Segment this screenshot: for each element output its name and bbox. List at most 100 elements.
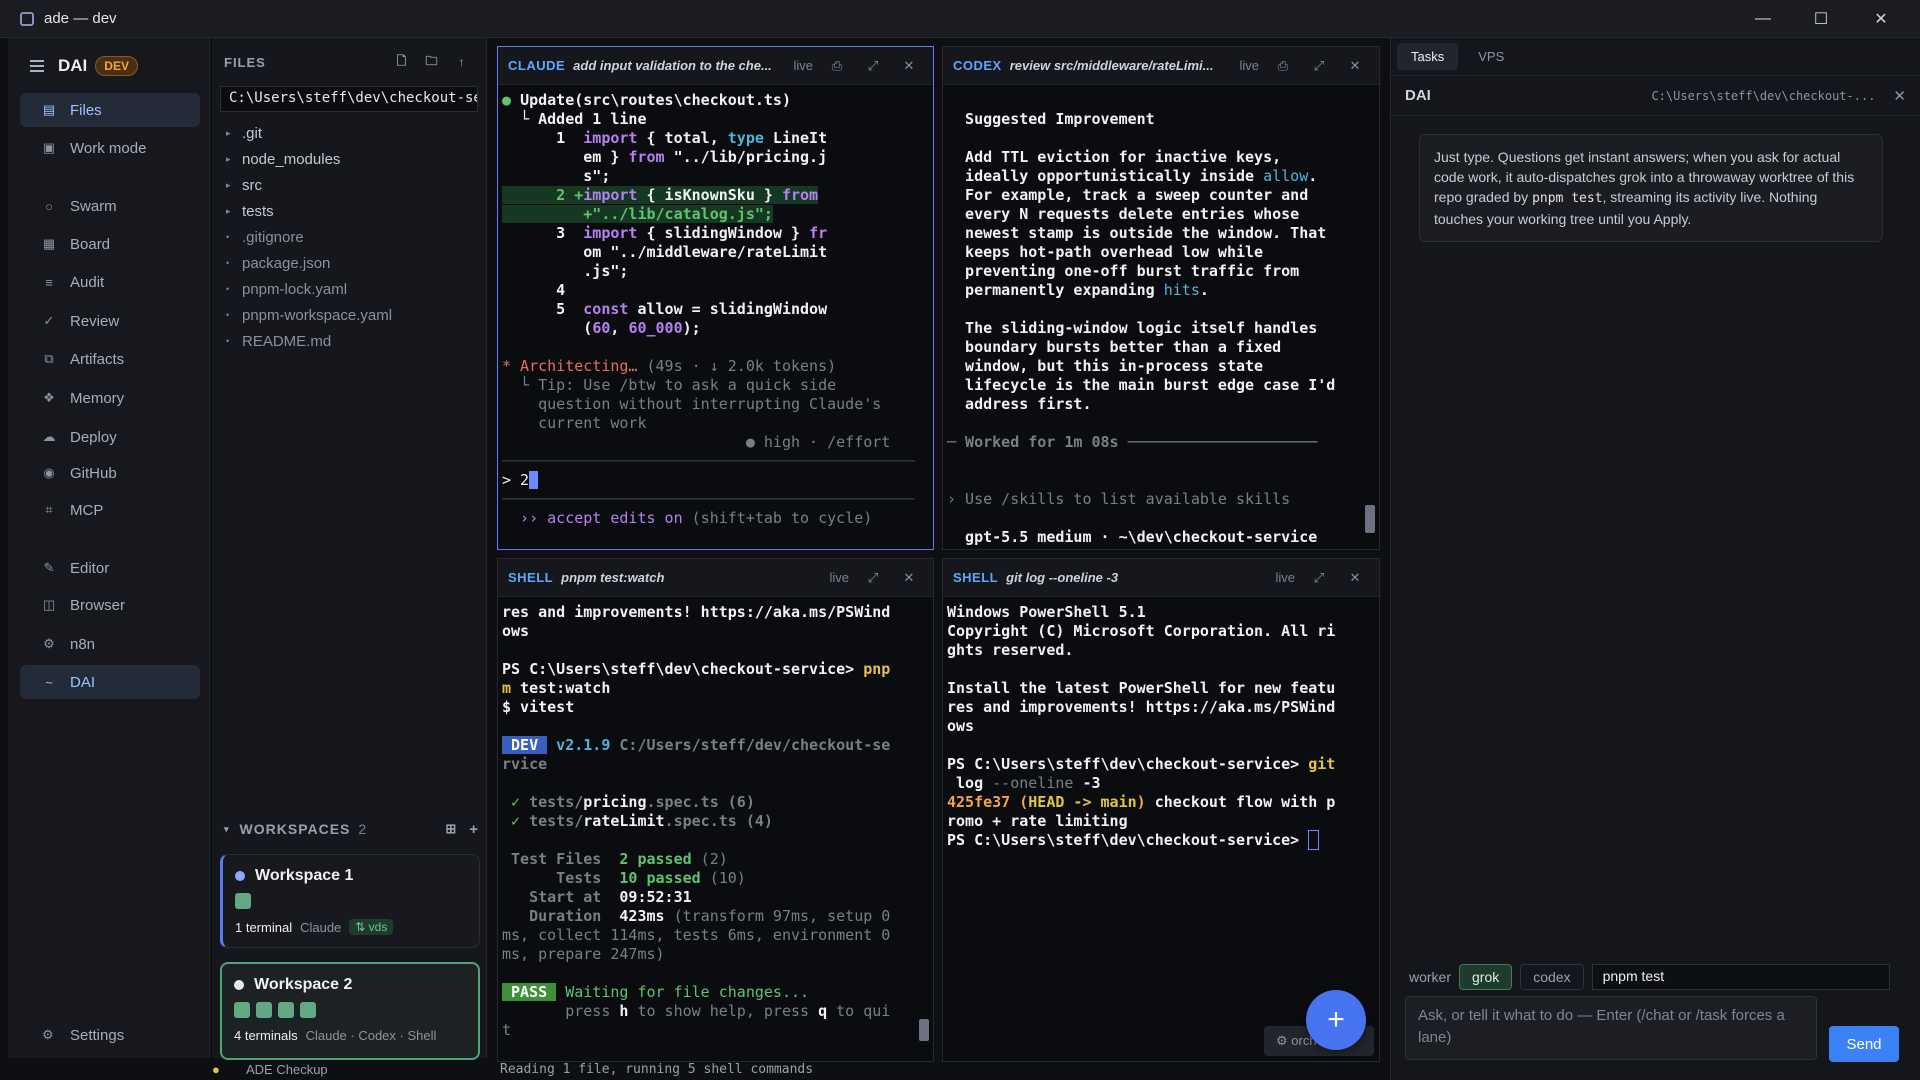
folder-item[interactable]: ▸ node_modules: [212, 146, 486, 172]
sidebar-item-swarm[interactable]: ○ Swarm: [20, 189, 200, 223]
term-text: m: [502, 679, 512, 697]
worker-chip-codex[interactable]: codex: [1520, 964, 1584, 990]
tab-tasks[interactable]: Tasks: [1397, 43, 1459, 70]
expand-icon[interactable]: ⤢: [861, 570, 885, 586]
file-item[interactable]: • pnpm-lock.yaml: [212, 276, 486, 302]
codex-terminal[interactable]: Suggested Improvement Add TTL eviction f…: [943, 85, 1361, 549]
term-text: For example, track a sweep counter and: [947, 186, 1309, 204]
sidebar-item-board[interactable]: ▦ Board: [20, 227, 200, 261]
expand-icon[interactable]: ⤢: [1307, 58, 1331, 74]
scrollbar[interactable]: [1365, 607, 1375, 1049]
file-item[interactable]: • .gitignore: [212, 224, 486, 250]
scrollbar[interactable]: [919, 607, 929, 1049]
pane-subtitle: review src/middleware/rateLimi...: [1009, 58, 1214, 73]
worker-row: worker grok codex pnpm test: [1409, 964, 1890, 990]
clipboard-icon[interactable]: ⎙: [1271, 58, 1295, 74]
expand-icon[interactable]: ⤢: [1307, 570, 1331, 586]
dev-tag: DEV: [502, 736, 548, 754]
shell-terminal[interactable]: Windows PowerShell 5.1 Copyright (C) Mic…: [943, 597, 1361, 1061]
term-text: allow: [1263, 167, 1309, 185]
minimize-button[interactable]: —: [1734, 0, 1792, 38]
sidebar-item-label: Files: [70, 101, 102, 119]
folder-item[interactable]: ▸ src: [212, 172, 486, 198]
term-text: 60_000: [628, 319, 683, 337]
sidebar-item-artifacts[interactable]: ⧉ Artifacts: [20, 342, 200, 376]
file-dot-icon: •: [226, 232, 230, 242]
sidebar-item-review[interactable]: ✓ Review: [20, 304, 200, 338]
close-icon[interactable]: ✕: [1343, 58, 1367, 74]
expand-icon[interactable]: ⤢: [861, 58, 885, 74]
caret-down-icon[interactable]: ▾: [224, 824, 230, 835]
term-text: em }: [502, 148, 629, 166]
scrollbar[interactable]: [919, 95, 929, 537]
close-icon[interactable]: ✕: [1893, 87, 1906, 105]
worker-label: worker: [1409, 969, 1452, 985]
add-pane-button[interactable]: +: [1306, 990, 1366, 1050]
add-workspace-icon[interactable]: +: [469, 821, 479, 838]
maximize-button[interactable]: ☐: [1792, 0, 1850, 38]
sidebar-item-github[interactable]: ◉ GitHub: [20, 456, 200, 490]
term-text: address first.: [947, 395, 1092, 413]
close-icon[interactable]: ✕: [897, 570, 921, 586]
file-item[interactable]: • README.md: [212, 328, 486, 354]
scrollbar[interactable]: [1365, 95, 1375, 537]
worker-chip-grok[interactable]: grok: [1459, 964, 1513, 990]
shell-pane-test-watch[interactable]: SHELL pnpm test:watch live ⤢ ✕ res and i…: [497, 558, 934, 1062]
sidebar-item-n8n[interactable]: ⚙ n8n: [20, 627, 200, 661]
term-text: { slidingWindow }: [637, 224, 810, 242]
workspace-card[interactable]: Workspace 1 1 terminal Claude ⇅ vds: [220, 854, 480, 948]
sidebar-item-audit[interactable]: ≡ Audit: [20, 265, 200, 299]
folder-item[interactable]: ▸ .git: [212, 120, 486, 146]
file-name: pnpm-workspace.yaml: [242, 306, 393, 324]
folder-item[interactable]: ▸ tests: [212, 198, 486, 224]
close-icon[interactable]: ✕: [1343, 570, 1367, 586]
file-item[interactable]: • package.json: [212, 250, 486, 276]
sidebar-item-mcp[interactable]: ⌗ MCP: [20, 493, 200, 527]
file-name: README.md: [242, 332, 332, 350]
file-dot-icon: •: [226, 258, 230, 268]
sidebar-item-label: Board: [70, 235, 111, 253]
claude-pane[interactable]: CLAUDE add input validation to the che..…: [497, 46, 934, 550]
hint-code: pnpm test: [1532, 191, 1603, 206]
term-text: pnp: [863, 660, 891, 678]
grid-icon[interactable]: ⊞: [445, 821, 457, 837]
send-button[interactable]: Send: [1829, 1026, 1899, 1062]
shell-pane-git-log[interactable]: SHELL git log --oneline -3 live ⤢ ✕ Wind…: [942, 558, 1380, 1062]
sidebar-item-deploy[interactable]: ☁ Deploy: [20, 420, 200, 454]
sidebar: DAI DEV ▤ Files ▣ Work mode ○ Swarm ▦ Board …: [8, 38, 210, 1058]
close-window-button[interactable]: ✕: [1852, 0, 1910, 38]
sidebar-item-files[interactable]: ▤ Files: [20, 93, 200, 127]
sidebar-item-memory[interactable]: ❖ Memory: [20, 381, 200, 415]
gear-icon: ⚙: [42, 1027, 54, 1042]
worker-command-input[interactable]: pnpm test: [1591, 964, 1890, 990]
sidebar-item-editor[interactable]: ✎ Editor: [20, 551, 200, 585]
menu-icon[interactable]: [30, 60, 44, 72]
sidebar-item-work-mode[interactable]: ▣ Work mode: [20, 131, 200, 165]
term-text: checkout flow with p: [1145, 793, 1336, 811]
workspace-name: Workspace 1: [255, 867, 354, 884]
claude-terminal[interactable]: ● Update(src\routes\checkout.ts) └ Added…: [498, 85, 915, 549]
up-arrow-icon[interactable]: ↑: [450, 50, 474, 74]
file-item[interactable]: • pnpm-workspace.yaml: [212, 302, 486, 328]
term-text: to show help, press: [628, 1002, 819, 1020]
path-input[interactable]: C:\Users\steff\dev\checkout-se: [220, 86, 478, 112]
settings-button[interactable]: ⚙ Settings: [20, 1020, 124, 1050]
shell-terminal[interactable]: res and improvements! https://aka.ms/PSW…: [498, 597, 915, 1061]
pane-kind-label: SHELL: [953, 570, 999, 585]
term-text: Add TTL eviction for inactive keys,: [947, 148, 1282, 166]
sidebar-item-dai[interactable]: ~ DAI: [20, 665, 200, 699]
new-folder-icon[interactable]: 🗀: [420, 50, 444, 74]
tab-vps[interactable]: VPS: [1464, 43, 1518, 70]
new-file-icon[interactable]: 🗋: [390, 50, 414, 74]
workspace-card-active[interactable]: Workspace 2 4 terminals Claude · Codex · …: [220, 962, 480, 1060]
term-text: rateLimit: [583, 812, 665, 830]
sidebar-item-browser[interactable]: ◫ Browser: [20, 588, 200, 622]
clipboard-icon[interactable]: ⎙: [825, 58, 849, 74]
app-logo-icon: [20, 11, 34, 26]
workspaces-header: ▾ WORKSPACES 2 ⊞ +: [224, 816, 479, 842]
close-icon[interactable]: ✕: [897, 58, 921, 74]
pencil-icon: ✎: [43, 560, 55, 575]
codex-pane[interactable]: CODEX review src/middleware/rateLimi... …: [942, 46, 1380, 550]
ask-input[interactable]: Ask, or tell it what to do — Enter (/cha…: [1405, 996, 1817, 1060]
folder-name: .git: [242, 124, 263, 142]
